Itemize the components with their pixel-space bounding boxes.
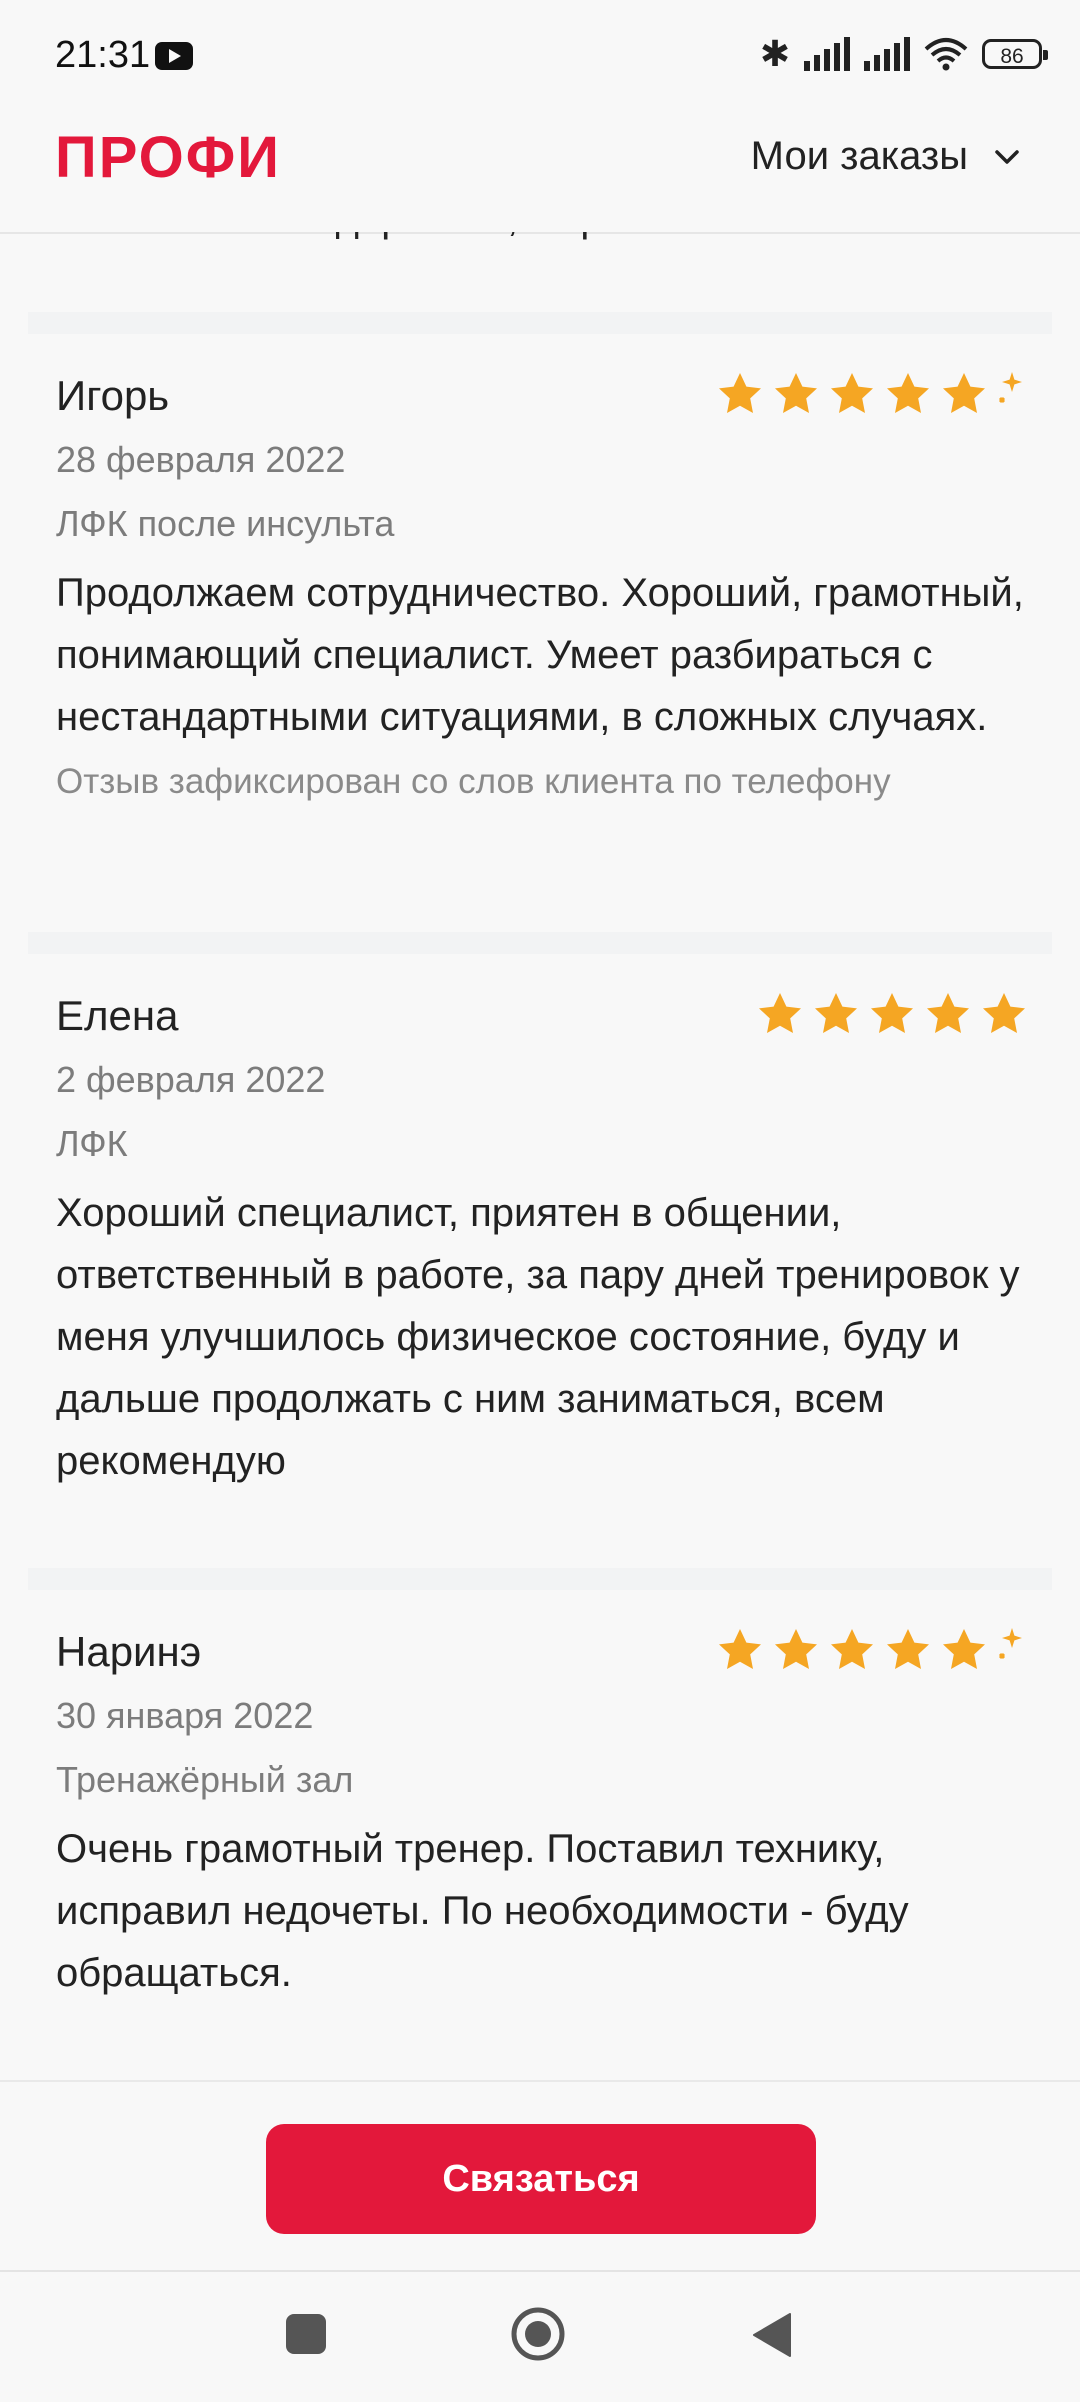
review-card: Елена 2 февраля 2022 ЛФК Хороший специал… <box>28 932 1052 1492</box>
recents-square-icon[interactable] <box>286 2314 326 2354</box>
sparkle-icon <box>998 1628 1022 1660</box>
status-time: 21:31 <box>55 34 151 76</box>
star-icon <box>815 993 857 1033</box>
review-text: Очень грамотный тренер. Поставил технику… <box>56 1827 909 1995</box>
review-service: ЛФК <box>56 1123 128 1164</box>
profi-logo[interactable]: ПРОФИ <box>55 124 281 191</box>
star-icon <box>831 373 873 413</box>
star-icon <box>719 373 761 413</box>
star-icon <box>871 993 913 1033</box>
my-orders-dropdown[interactable]: Мои заказы <box>751 134 1020 179</box>
previous-review-text: Большая благодарность, Сергей! <box>55 232 672 241</box>
star-icon <box>887 373 929 413</box>
rating-stars <box>756 990 1028 1038</box>
review-text: Хороший специалист, приятен в общении, о… <box>56 1191 1020 1483</box>
status-bar: 21:31 ✱ 86 <box>0 0 1080 92</box>
home-circle-icon[interactable] <box>510 2306 566 2362</box>
rating-stars <box>716 370 1028 418</box>
contact-bar: Связаться <box>0 2080 1080 2272</box>
review-date: 30 января 2022 <box>56 1695 314 1736</box>
reviews-list[interactable]: Большая благодарность, Сергей! Игорь 28 … <box>0 232 1080 2080</box>
review-service: Тренажёрный зал <box>56 1759 354 1800</box>
my-orders-label: Мои заказы <box>750 134 968 178</box>
wifi-icon <box>924 38 968 71</box>
signal-icon-2 <box>864 37 910 71</box>
review-service: ЛФК после инсульта <box>56 503 395 544</box>
status-icons: ✱ 86 <box>759 32 1048 76</box>
star-icon <box>887 1629 929 1669</box>
star-icon <box>759 993 801 1033</box>
star-icon <box>831 1629 873 1669</box>
review-date: 28 февраля 2022 <box>56 439 346 480</box>
contact-button[interactable]: Связаться <box>266 2124 816 2234</box>
signal-icon <box>804 37 850 71</box>
review-note: Отзыв зафиксирован со слов клиента по те… <box>56 762 891 801</box>
star-icon <box>775 373 817 413</box>
review-card: Игорь 28 февраля 2022 ЛФК после инсульта… <box>28 312 1052 804</box>
star-icon <box>983 993 1025 1033</box>
star-icon <box>943 373 985 413</box>
star-icon <box>927 993 969 1033</box>
app-header: ПРОФИ Мои заказы <box>0 92 1080 234</box>
star-icon <box>775 1629 817 1669</box>
star-icon <box>719 1629 761 1669</box>
review-card: Наринэ 30 января 2022 Тренажёрный зал Оч… <box>28 1568 1052 2004</box>
star-icon <box>943 1629 985 1669</box>
youtube-notification-icon <box>155 42 193 70</box>
back-triangle-icon[interactable] <box>752 2312 792 2358</box>
review-text: Продолжаем сотрудничество. Хороший, грам… <box>56 571 1024 739</box>
battery-icon: 86 <box>982 39 1048 69</box>
sparkle-icon <box>998 372 1022 404</box>
chevron-down-icon <box>995 149 1019 164</box>
review-date: 2 февраля 2022 <box>56 1059 326 1100</box>
bluetooth-icon: ✱ <box>759 33 790 75</box>
rating-stars <box>716 1626 1028 1674</box>
system-nav-bar <box>0 2270 1080 2402</box>
